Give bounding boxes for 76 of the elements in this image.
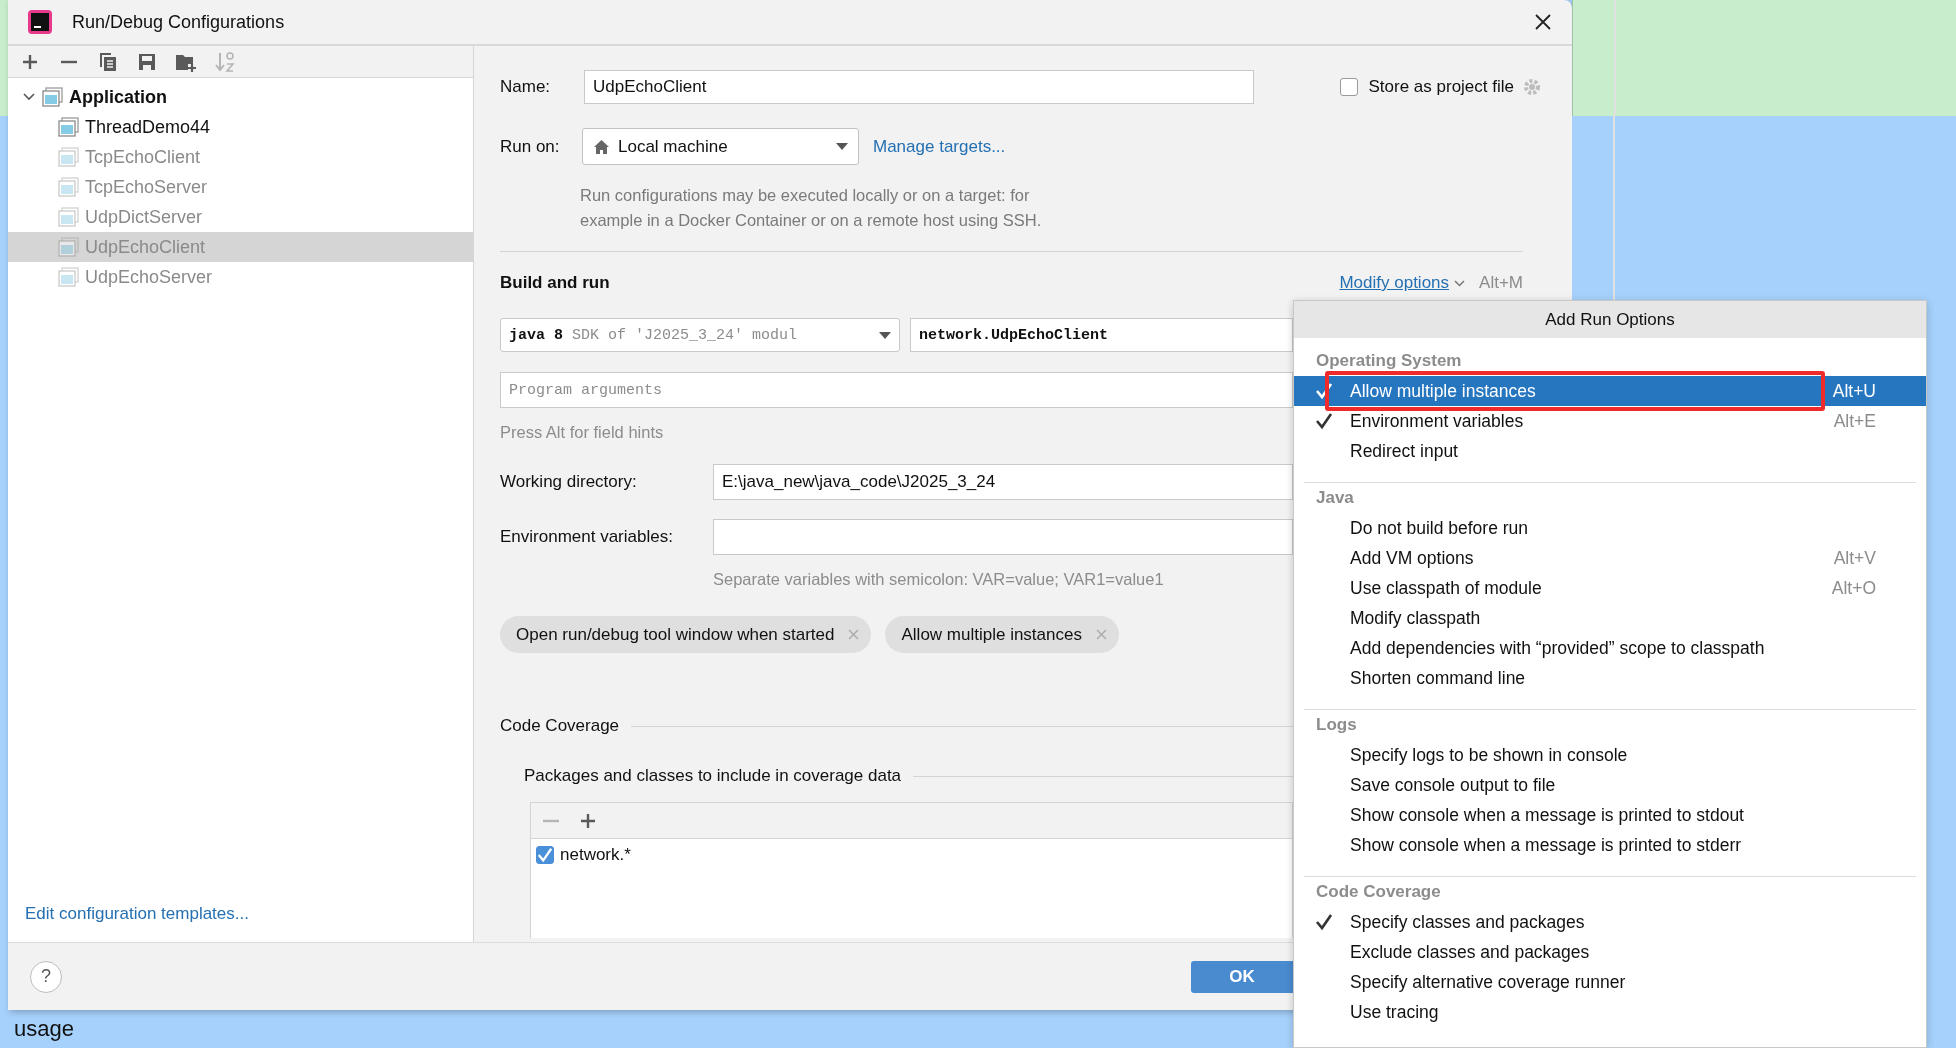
templates-link[interactable]: Edit configuration templates... — [25, 904, 473, 924]
add-icon — [578, 811, 597, 830]
caret-icon — [836, 143, 848, 150]
popup-menu-item[interactable]: Redirect input — [1294, 436, 1926, 466]
home-icon — [593, 138, 610, 155]
section-title: Code Coverage — [500, 716, 620, 736]
remove-icon — [59, 59, 78, 64]
popup-menu-item[interactable]: Use tracing — [1294, 997, 1926, 1027]
section-title: Packages and classes to include in coverage data — [524, 766, 902, 786]
popup-menu-item[interactable]: Do not build before run — [1294, 513, 1926, 543]
popup-menu-item[interactable]: Add VM options Alt+V — [1294, 543, 1926, 573]
popup-menu-item[interactable]: Specify classes and packages — [1294, 907, 1926, 937]
modify-options-link[interactable]: Modify options — [1339, 273, 1450, 293]
run-on-label: Run on: — [500, 136, 561, 157]
popup-menu-item[interactable]: Exclude classes and packages — [1294, 937, 1926, 967]
popup-section-title: Code Coverage — [1315, 881, 1442, 903]
tree-item[interactable]: ThreadDemo44 — [8, 112, 473, 142]
popup-menu-item[interactable]: Allow multiple instances Alt+U — [1294, 376, 1926, 406]
close-icon[interactable] — [1534, 13, 1552, 31]
option-chip[interactable]: Allow multiple instances — [885, 616, 1119, 653]
package-checkbox[interactable] — [536, 846, 554, 864]
remove-icon — [541, 818, 560, 823]
package-label: network.* — [560, 845, 631, 865]
add-icon — [20, 52, 39, 71]
store-checkbox[interactable] — [1340, 78, 1359, 96]
section-title: Build and run — [500, 273, 611, 293]
name-field[interactable]: UdpEchoClient — [584, 70, 1254, 104]
popup-menu-item[interactable]: Show console when a message is printed to stdout — [1294, 800, 1926, 830]
chevron-down-icon — [1454, 279, 1466, 287]
popup-menu-item[interactable]: Use classpath of module Alt+O — [1294, 573, 1926, 603]
shortcut-label: Alt+M — [1479, 273, 1523, 293]
sort-icon — [214, 50, 235, 73]
window-title: Run/Debug Configurations — [72, 11, 286, 33]
ok-button[interactable]: OK — [1191, 960, 1293, 993]
popup-menu-item[interactable]: Show console when a message is printed to stderr — [1294, 830, 1926, 860]
field-hint: Press Alt for field hints — [500, 422, 664, 442]
tree-item[interactable]: UdpDictServer — [8, 202, 473, 232]
field-hint: Separate variables with semicolon: VAR=value; VAR1=value1 — [713, 569, 1164, 589]
popup-menu-item[interactable]: Specify alternative coverage runner — [1294, 967, 1926, 997]
save-icon — [137, 52, 156, 71]
window-icon — [58, 177, 79, 197]
popup-section-title: Java — [1315, 487, 1355, 509]
check-icon — [537, 846, 553, 864]
main-class-field[interactable]: network.UdpEchoClient — [910, 318, 1293, 352]
popup-menu-item[interactable]: Specify logs to be shown in console — [1294, 740, 1926, 770]
popup-menu-item[interactable]: Shorten command line — [1294, 663, 1926, 693]
app-logo-icon — [28, 10, 52, 34]
help-button[interactable]: ? — [30, 960, 62, 993]
popup-menu-item[interactable]: Environment variables Alt+E — [1294, 406, 1926, 436]
run-on-hint: Run configurations may be executed locally or on a target: for example in a Docker Container or on a remote host using SSH. — [580, 185, 1043, 231]
window-icon — [58, 267, 79, 287]
tree-group-label[interactable]: Application — [69, 86, 167, 108]
window-icon — [58, 207, 79, 227]
background-text: usage — [14, 1016, 74, 1042]
window-icon — [58, 117, 79, 137]
option-chip[interactable]: Open run/debug tool window when started — [500, 616, 872, 653]
store-label: Store as project file — [1368, 77, 1514, 97]
window-icon — [58, 237, 79, 257]
popup-section-title: Operating System — [1315, 350, 1463, 372]
working-directory-field[interactable]: E:\java_new\java_code\J2025_3_24 — [713, 464, 1293, 500]
popup-menu-item[interactable]: Add dependencies with “provided” scope to classpath — [1294, 633, 1926, 663]
manage-targets-link[interactable]: Manage targets... — [873, 136, 1006, 157]
working-directory-label: Working directory: — [500, 472, 638, 492]
environment-variables-field[interactable] — [713, 519, 1293, 555]
popup-menu-item[interactable]: Save console output to file — [1294, 770, 1926, 800]
environment-variables-label: Environment variables: — [500, 527, 674, 547]
name-label: Name: — [500, 77, 552, 97]
window-icon — [42, 87, 63, 107]
copy-icon — [98, 51, 117, 72]
caret-icon — [879, 331, 891, 339]
popup-section-title: Logs — [1315, 714, 1358, 736]
window-icon — [58, 147, 79, 167]
popup-menu-item[interactable]: Modify classpath — [1294, 603, 1926, 633]
popup-title: Add Run Options — [1294, 301, 1926, 338]
run-on-dropdown[interactable]: Local machine — [582, 128, 859, 165]
jdk-dropdown[interactable]: java 8 SDK of 'J2025_3_24' modul — [500, 318, 900, 352]
